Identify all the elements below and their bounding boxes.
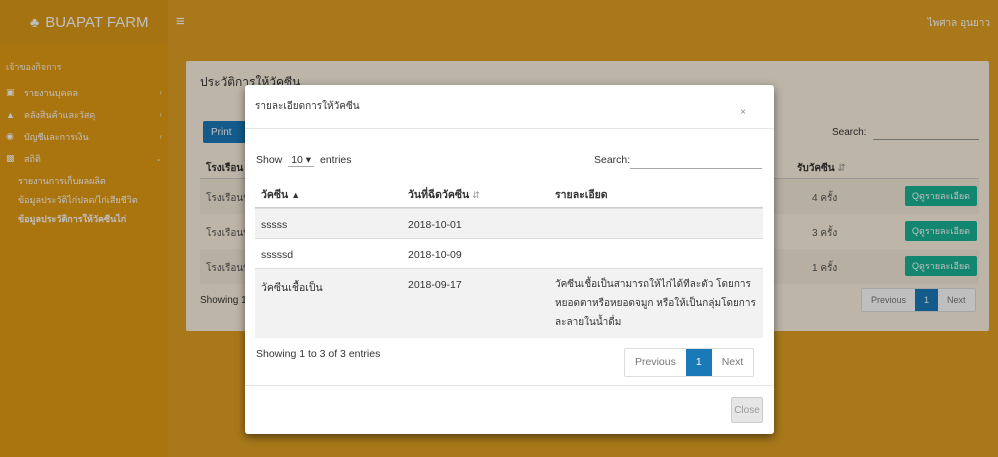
vaccine-detail-modal: รายละเอียดการให้วัคซีน × Show 10 ▾ entri… [245, 85, 774, 434]
close-icon[interactable]: × [740, 107, 746, 118]
column-header-date[interactable]: วันที่ฉีดวัคซีน ⇵ [408, 186, 480, 203]
date-cell: 2018-10-09 [408, 249, 462, 261]
table-row: sssss 2018-10-01 [255, 208, 763, 238]
date-cell: 2018-09-17 [408, 279, 462, 291]
next-page-button[interactable]: Next [712, 349, 754, 376]
page-length-control: Show 10 ▾ entries [256, 154, 352, 167]
table-row: sssssd 2018-10-09 [255, 238, 763, 268]
caret-down-icon: ▾ [305, 154, 312, 166]
sort-icon: ⇵ [472, 190, 480, 200]
modal-search-input[interactable] [630, 168, 762, 169]
vaccine-cell: sssss [261, 219, 288, 231]
table-info: Showing 1 to 3 of 3 entries [256, 348, 381, 360]
table-header: วัคซีน ▲ วันที่ฉีดวัคซีน ⇵ รายละเอียด [255, 175, 763, 208]
modal-pagination: Previous 1 Next [624, 348, 755, 377]
previous-page-button[interactable]: Previous [625, 349, 686, 376]
length-show-label: Show [256, 154, 283, 166]
modal-footer [245, 385, 774, 434]
sort-asc-icon: ▲ [291, 190, 301, 200]
modal-search-label: Search: [594, 154, 631, 166]
close-button[interactable]: Close [731, 397, 763, 423]
vaccine-table: วัคซีน ▲ วันที่ฉีดวัคซีน ⇵ รายละเอียด ssss… [255, 175, 763, 338]
page-length-select[interactable]: 10 ▾ [288, 154, 315, 167]
modal-title: รายละเอียดการให้วัคซีน [255, 101, 360, 112]
length-entries-label: entries [320, 154, 352, 166]
page-1-button[interactable]: 1 [685, 349, 712, 376]
vaccine-cell: วัคซีนเชื้อเป็น [261, 282, 323, 294]
date-cell: 2018-10-01 [408, 219, 462, 231]
vaccine-cell: sssssd [261, 249, 294, 261]
table-row: วัคซีนเชื้อเป็น 2018-09-17 วัคซีนเชื้อเป… [255, 268, 763, 338]
modal-header: รายละเอียดการให้วัคซีน × [245, 85, 774, 129]
column-header-detail[interactable]: รายละเอียด [555, 186, 608, 203]
column-header-vaccine[interactable]: วัคซีน ▲ [261, 186, 300, 203]
detail-cell: วัคซีนเชื้อเป็นสามารถให้ไก่ได้ทีละตัว โด… [555, 279, 756, 328]
